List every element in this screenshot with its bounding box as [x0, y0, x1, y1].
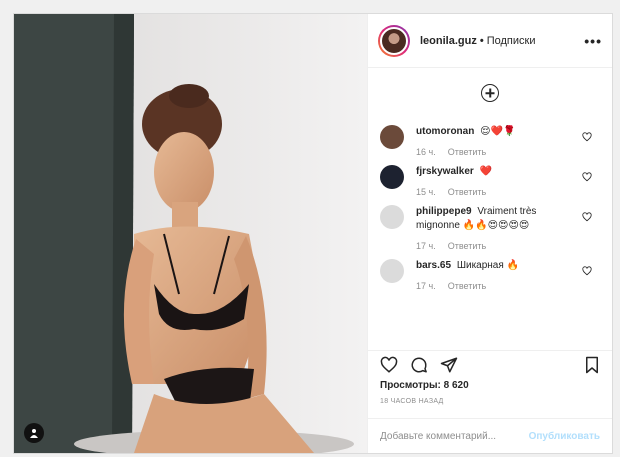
photo-illustration — [14, 14, 367, 453]
commenter-avatar[interactable] — [380, 205, 404, 229]
post-header: leonila.guz • Подписки ••• — [368, 14, 612, 68]
plus-circle-icon[interactable] — [481, 84, 499, 102]
more-options-icon[interactable]: ••• — [584, 33, 602, 49]
follow-status-button[interactable]: Подписки — [487, 35, 536, 47]
post-photo[interactable] — [14, 14, 367, 453]
comment-input[interactable] — [380, 431, 529, 442]
commenter-avatar[interactable] — [380, 259, 404, 283]
post-dialog: leonila.guz • Подписки ••• utomoronan 😌❤… — [13, 13, 613, 454]
like-comment-heart-icon[interactable] — [582, 266, 592, 276]
like-comment-heart-icon[interactable] — [582, 172, 592, 182]
heart-icon[interactable] — [380, 356, 398, 374]
comment-age[interactable]: 16 ч. — [416, 147, 436, 157]
commenter-username[interactable]: philippepe9 — [416, 206, 472, 217]
post-sidebar: leonila.guz • Подписки ••• utomoronan 😌❤… — [367, 14, 612, 453]
tag-user-button[interactable] — [24, 423, 44, 443]
paper-plane-icon[interactable] — [440, 356, 458, 374]
comment-icon[interactable] — [410, 356, 428, 374]
view-count[interactable]: Просмотры: 8 620 — [380, 380, 469, 391]
comment-text: 😌❤️🌹 — [480, 126, 516, 137]
comments-list: utomoronan 😌❤️🌹 16 ч. Ответить fjrskywal… — [368, 69, 612, 350]
reply-button[interactable]: Ответить — [448, 241, 486, 251]
post-actions — [368, 350, 612, 378]
comment-item: philippepe9 Vraiment très mignonne 🔥🔥😍😍😍… — [368, 197, 612, 251]
comment-age[interactable]: 17 ч. — [416, 281, 436, 291]
comment-item: bars.65 Шикарная 🔥 17 ч. Ответить — [368, 251, 612, 291]
load-more-comments[interactable] — [368, 69, 612, 117]
commenter-username[interactable]: fjrskywalker — [416, 166, 474, 177]
reply-button[interactable]: Ответить — [448, 187, 486, 197]
commenter-username[interactable]: utomoronan — [416, 126, 474, 137]
comment-item: utomoronan 😌❤️🌹 16 ч. Ответить — [368, 117, 612, 157]
reply-button[interactable]: Ответить — [448, 281, 486, 291]
commenter-avatar[interactable] — [380, 125, 404, 149]
comment-text: ❤️ — [479, 166, 493, 177]
header-separator: • — [479, 34, 484, 47]
post-timestamp: 18 ЧАСОВ НАЗАД — [380, 398, 444, 405]
author-avatar[interactable] — [378, 24, 410, 57]
comment-composer: Опубликовать — [368, 418, 612, 454]
commenter-username[interactable]: bars.65 — [416, 260, 451, 271]
comment-item: fjrskywalker ❤️ 15 ч. Ответить — [368, 157, 612, 197]
user-tag-icon — [30, 429, 38, 438]
reply-button[interactable]: Ответить — [448, 147, 486, 157]
bookmark-icon[interactable] — [584, 356, 600, 374]
like-comment-heart-icon[interactable] — [582, 212, 592, 222]
author-username[interactable]: leonila.guz — [420, 35, 477, 47]
comment-text: Шикарная 🔥 — [456, 260, 520, 271]
like-comment-heart-icon[interactable] — [582, 132, 592, 142]
commenter-avatar[interactable] — [380, 165, 404, 189]
publish-button[interactable]: Опубликовать — [529, 431, 600, 442]
comment-age[interactable]: 15 ч. — [416, 187, 436, 197]
comment-age[interactable]: 17 ч. — [416, 241, 436, 251]
